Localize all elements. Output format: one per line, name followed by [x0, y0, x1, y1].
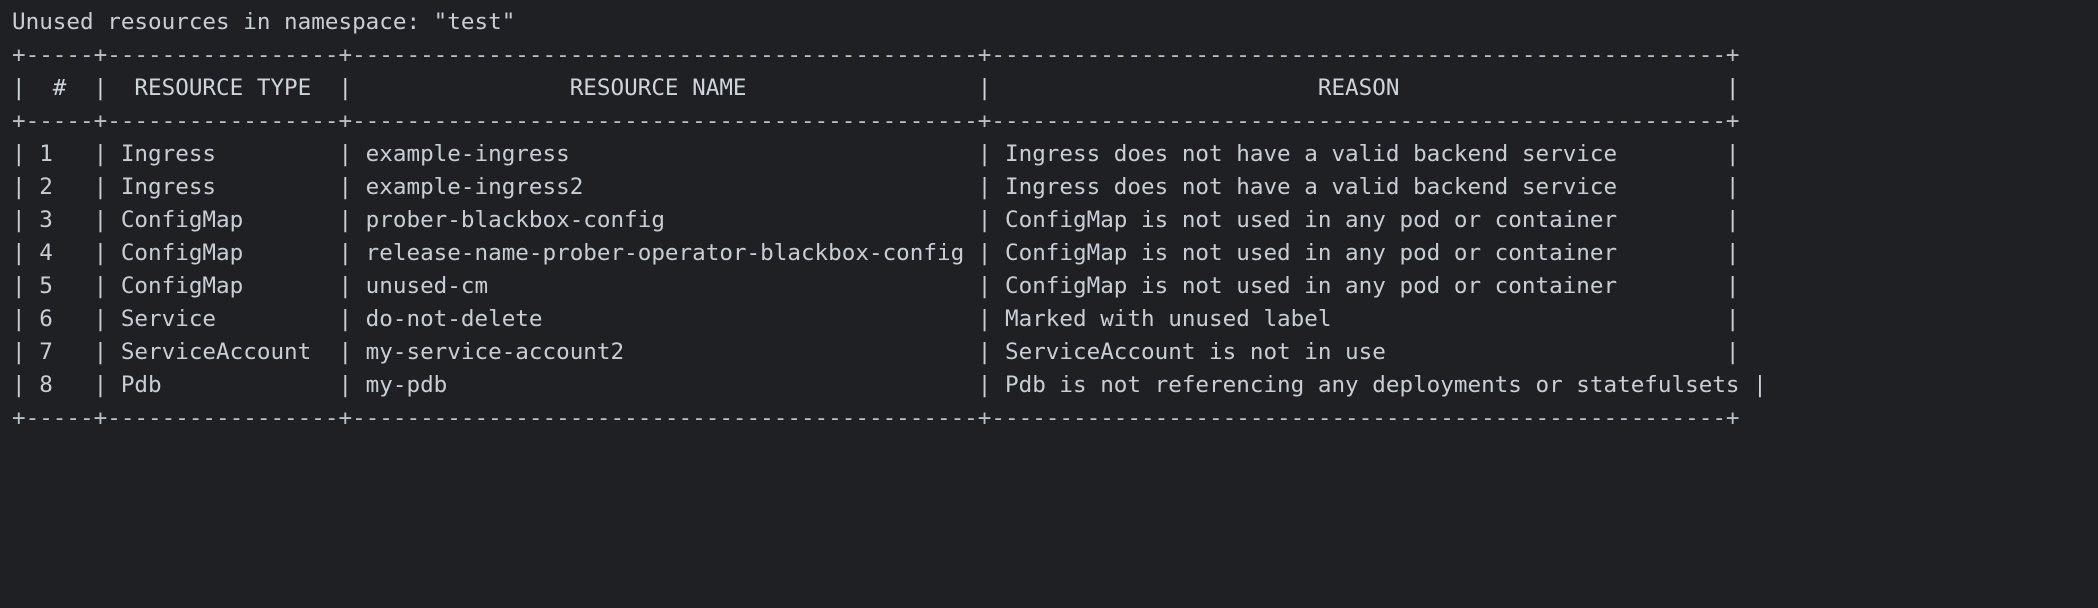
table-row: | 3 | ConfigMap | prober-blackbox-config… [12, 207, 1740, 233]
table-header-border: +-----+-----------------+---------------… [12, 108, 1740, 134]
table-body: | 1 | Ingress | example-ingress | Ingres… [12, 138, 2098, 402]
table-bottom-border: +-----+-----------------+---------------… [12, 405, 1740, 431]
table-top-border: +-----+-----------------+---------------… [12, 42, 1740, 68]
table-row: | 7 | ServiceAccount | my-service-accoun… [12, 339, 1740, 365]
table-row: | 5 | ConfigMap | unused-cm | ConfigMap … [12, 273, 1740, 299]
table-row: | 6 | Service | do-not-delete | Marked w… [12, 306, 1740, 332]
terminal-output: Unused resources in namespace: "test" +-… [0, 0, 2098, 608]
table-header-row: | # | RESOURCE TYPE | RESOURCE NAME | RE… [12, 75, 1740, 101]
output-title-line: Unused resources in namespace: "test" [12, 9, 516, 35]
table-row: | 2 | Ingress | example-ingress2 | Ingre… [12, 174, 1740, 200]
table-row: | 8 | Pdb | my-pdb | Pdb is not referenc… [12, 372, 1767, 398]
table-row: | 4 | ConfigMap | release-name-prober-op… [12, 240, 1740, 266]
table-row: | 1 | Ingress | example-ingress | Ingres… [12, 141, 1740, 167]
